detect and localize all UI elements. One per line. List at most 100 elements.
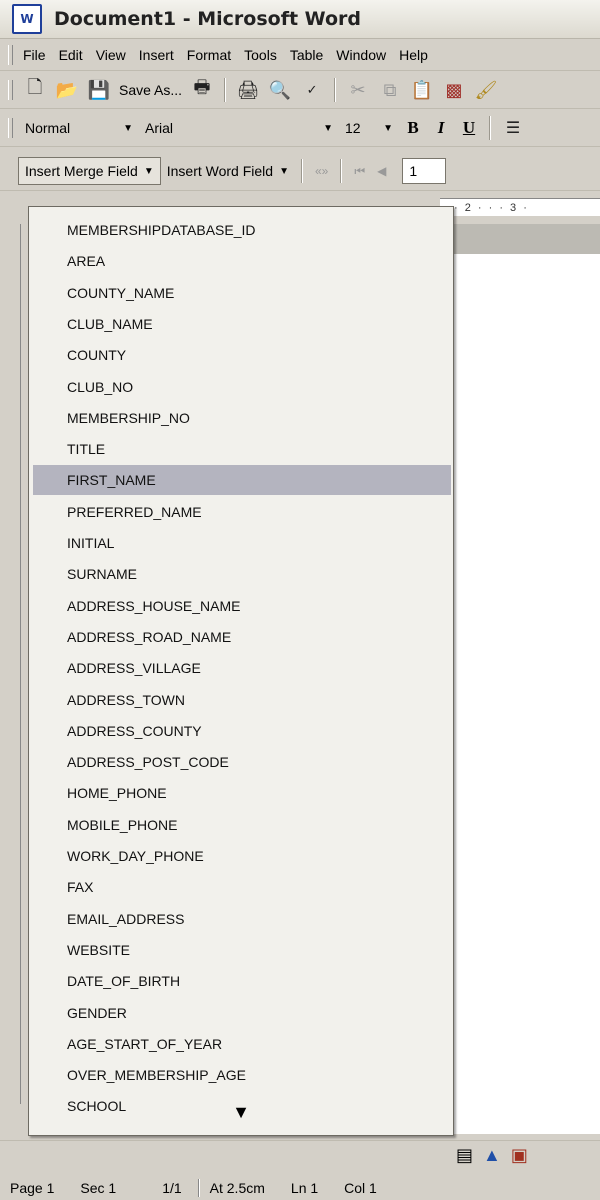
font-value: Arial (145, 120, 174, 136)
merge-field-item[interactable]: MEMBERSHIP_NO (33, 403, 451, 433)
insert-word-field-label: Insert Word Field (166, 163, 274, 179)
chevron-down-icon[interactable]: ▼ (323, 123, 333, 134)
merge-field-item[interactable]: PREFERRED_NAME (33, 497, 451, 527)
paste-icon[interactable]: 📋 (409, 77, 435, 103)
font-select[interactable]: Arial ▼ (139, 115, 339, 141)
first-record-icon[interactable]: ⏮ (354, 164, 365, 179)
save-as-button[interactable]: Save As... (115, 82, 186, 98)
menu-table[interactable]: Table (286, 47, 332, 63)
format-painter-icon[interactable]: 🖌 (473, 77, 499, 103)
toolbar-separator (340, 159, 343, 183)
merge-field-item[interactable]: ADDRESS_COUNTY (33, 716, 451, 746)
menu-format[interactable]: Format (183, 47, 240, 63)
copy-icon[interactable]: ⧉ (377, 77, 403, 103)
previous-record-icon[interactable]: ◀ (377, 164, 386, 178)
merge-field-item[interactable]: COUNTY (33, 340, 451, 370)
menu-window[interactable]: Window (332, 47, 395, 63)
font-size-select[interactable]: 12 ▼ (339, 115, 399, 141)
menu-help[interactable]: Help (395, 47, 437, 63)
merge-field-item[interactable]: CLUB_NO (33, 372, 451, 402)
insert-merge-field-label: Insert Merge Field (25, 163, 138, 179)
merge-field-item[interactable]: EMAIL_ADDRESS (33, 904, 451, 934)
document-page[interactable] (440, 254, 600, 1134)
merge-field-item[interactable]: WORK_DAY_PHONE (33, 841, 451, 871)
merge-field-item[interactable]: ADDRESS_POST_CODE (33, 747, 451, 777)
bold-button[interactable]: B (399, 118, 427, 138)
align-left-icon[interactable]: ☰ (500, 115, 526, 141)
merge-field-item[interactable]: ADDRESS_ROAD_NAME (33, 622, 451, 652)
chevron-down-icon: ▼ (143, 165, 154, 177)
toolbar-grip[interactable] (8, 80, 13, 100)
merge-field-item[interactable]: AGE_START_OF_YEAR (33, 1029, 451, 1059)
merge-field-item[interactable]: CLUB_NAME (33, 309, 451, 339)
menu-edit[interactable]: Edit (55, 47, 92, 63)
formatting-toolbar: Normal ▼ Arial ▼ 12 ▼ B I U ☰ (0, 110, 600, 147)
title-bar: W Document1 - Microsoft Word (0, 0, 600, 39)
text-box-icon[interactable]: ▤ (456, 1145, 473, 1166)
window-title: Document1 - Microsoft Word (54, 8, 361, 30)
merge-field-item[interactable]: FAX (33, 872, 451, 902)
font-size-value: 12 (345, 120, 361, 136)
underline-button[interactable]: U (455, 118, 483, 138)
merge-field-item[interactable]: ADDRESS_TOWN (33, 685, 451, 715)
chevron-down-icon[interactable]: ▼ (123, 123, 133, 134)
status-page: Page 1 (10, 1180, 55, 1196)
style-select[interactable]: Normal ▼ (19, 115, 139, 141)
status-line: Ln 1 (290, 1180, 319, 1196)
permission-icon[interactable]: 🖶 (189, 77, 215, 103)
menu-file[interactable]: File (19, 47, 55, 63)
view-merged-data-icon[interactable]: «» (315, 164, 328, 178)
toolbar-grip[interactable] (8, 118, 13, 138)
new-document-icon[interactable]: 🗋 (22, 77, 48, 103)
merge-field-item[interactable]: MEMBERSHIPDATABASE_ID (33, 215, 451, 245)
merge-field-item[interactable]: MOBILE_PHONE (33, 810, 451, 840)
standard-toolbar: 🗋 📂 💾 Save As... 🖶 🖨 🔍 ✓ ✂ ⧉ 📋 ▩ 🖌 (0, 72, 600, 109)
toolbar-separator (489, 116, 491, 140)
merge-field-item[interactable]: FIRST_NAME (33, 465, 451, 496)
save-icon[interactable]: 💾 (86, 77, 112, 103)
merge-field-item[interactable]: AREA (33, 246, 451, 276)
page-margin-area (440, 224, 600, 254)
merge-field-item[interactable]: HOME_PHONE (33, 778, 451, 808)
record-number-input[interactable]: 1 (402, 158, 447, 184)
insert-word-field-button[interactable]: Insert Word Field ▼ (161, 157, 295, 185)
italic-button[interactable]: I (427, 118, 455, 138)
merge-field-item[interactable]: SURNAME (33, 559, 451, 589)
merge-field-item[interactable]: ADDRESS_HOUSE_NAME (33, 591, 451, 621)
merge-field-item[interactable]: OVER_MEMBERSHIP_AGE (33, 1060, 451, 1090)
word-app-icon[interactable]: W (12, 4, 42, 34)
paste-options-icon[interactable]: ▩ (441, 77, 467, 103)
horizontal-ruler[interactable]: · 2 · · · 3 · (440, 198, 600, 216)
status-column: Col 1 (344, 1180, 377, 1196)
toolbar-separator (224, 78, 227, 102)
status-page-count: 1/1 (162, 1180, 182, 1196)
menu-insert[interactable]: Insert (135, 47, 183, 63)
wordart-icon[interactable]: ▲ (483, 1145, 501, 1166)
toolbar-separator (300, 159, 303, 183)
clip-art-icon[interactable]: ▣ (511, 1145, 528, 1166)
menubar-grip[interactable] (8, 45, 13, 65)
merge-field-item[interactable]: COUNTY_NAME (33, 278, 451, 308)
cut-icon[interactable]: ✂ (345, 77, 371, 103)
merge-field-item[interactable]: DATE_OF_BIRTH (33, 966, 451, 996)
style-value: Normal (25, 120, 71, 136)
print-icon[interactable]: 🖨 (235, 77, 261, 103)
chevron-down-icon[interactable]: ▼ (383, 123, 393, 134)
print-preview-icon[interactable]: 🔍 (267, 77, 293, 103)
merge-field-item[interactable]: GENDER (33, 998, 451, 1028)
mail-merge-toolbar: Insert Merge Field ▼ Insert Word Field ▼… (0, 152, 600, 191)
status-section: Sec 1 (80, 1180, 117, 1196)
insert-merge-field-button[interactable]: Insert Merge Field ▼ (18, 157, 161, 185)
status-bar: Page 1 Sec 1 1/1 At 2.5cm Ln 1 Col 1 (0, 1176, 600, 1200)
merge-field-item[interactable]: ADDRESS_VILLAGE (33, 653, 451, 683)
scroll-down-arrow-icon[interactable]: ▼ (29, 1089, 453, 1135)
merge-field-item[interactable]: INITIAL (33, 528, 451, 558)
toolbar-separator (334, 78, 337, 102)
menu-tools[interactable]: Tools (240, 47, 286, 63)
merge-field-item[interactable]: TITLE (33, 434, 451, 464)
open-folder-icon[interactable]: 📂 (54, 77, 80, 103)
drawing-toolbar: ▤ ▲ ▣ (0, 1140, 600, 1177)
merge-field-item[interactable]: WEBSITE (33, 935, 451, 965)
spelling-icon[interactable]: ✓ (299, 77, 325, 103)
menu-view[interactable]: View (92, 47, 135, 63)
